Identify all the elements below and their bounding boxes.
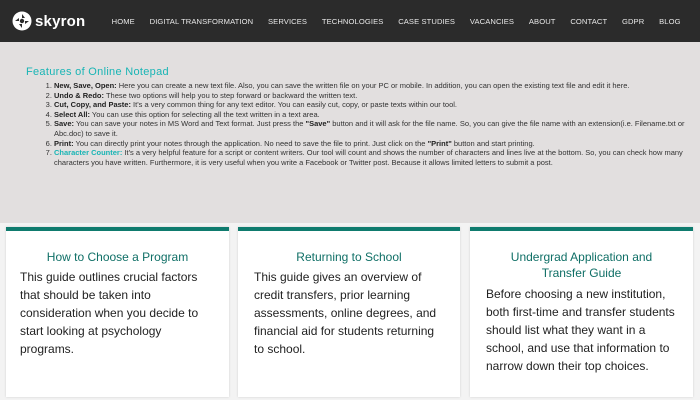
feature-text: button and start printing. xyxy=(451,138,535,148)
feature-term: Undo & Redo: xyxy=(54,90,104,100)
nav-item-services[interactable]: SERVICES xyxy=(261,17,315,26)
feature-text: Here you can create a new text file. Als… xyxy=(116,81,630,90)
feature-text: You can save your notes in MS Word and T… xyxy=(74,119,306,129)
feature-term: Select All: xyxy=(54,109,90,119)
feature-term: Save: xyxy=(54,119,75,129)
card-how-to-choose-a-program: How to Choose a Program This guide outli… xyxy=(6,227,229,397)
nav-item-digital-transformation[interactable]: DIGITAL TRANSFORMATION xyxy=(142,17,260,26)
nav-item-about[interactable]: ABOUT xyxy=(522,17,563,26)
nav-item-vacancies[interactable]: VACANCIES xyxy=(462,17,521,26)
nav-item-technologies[interactable]: TECHNOLOGIES xyxy=(314,17,390,26)
card-title[interactable]: Undergrad Application and Transfer Guide xyxy=(470,249,693,281)
feature-item-character-counter: Character Counter: It's a very helpful f… xyxy=(54,148,694,167)
brand-logo[interactable]: skyron xyxy=(12,11,85,31)
card-undergrad-application: Undergrad Application and Transfer Guide… xyxy=(470,227,693,397)
feature-text: You can directly print your notes throug… xyxy=(73,138,428,148)
feature-text: These two options will help you to step … xyxy=(104,90,358,100)
nav-item-gdpr[interactable]: GDPR xyxy=(615,17,652,26)
brand-name: skyron xyxy=(35,12,86,30)
features-list: New, Save, Open: Here you can create a n… xyxy=(40,81,694,167)
feature-item-print: Print: You can directly print your notes… xyxy=(54,139,694,149)
feature-text: It's a very common thing for any text ed… xyxy=(130,100,457,110)
feature-item-cut-copy-paste: Cut, Copy, and Paste: It's a very common… xyxy=(54,100,694,110)
feature-item-undo-redo: Undo & Redo: These two options will help… xyxy=(54,91,694,101)
card-body: Before choosing a new institution, both … xyxy=(486,287,675,373)
feature-item-new-save-open: New, Save, Open: Here you can create a n… xyxy=(54,81,694,91)
feature-text: It's a very helpful feature for a script… xyxy=(54,148,683,167)
feature-item-select-all: Select All: You can use this option for … xyxy=(54,110,694,120)
feature-term: Character Counter: xyxy=(54,148,123,158)
card-returning-to-school: Returning to School This guide gives an … xyxy=(238,227,460,397)
feature-emphasis: "Save" xyxy=(305,119,331,129)
feature-item-save: Save: You can save your notes in MS Word… xyxy=(54,119,694,138)
features-title: Features of Online Notepad xyxy=(26,66,169,78)
feature-term: Cut, Copy, and Paste: xyxy=(54,100,131,110)
card-title[interactable]: Returning to School xyxy=(238,249,460,265)
card-body: This guide gives an overview of credit t… xyxy=(254,270,437,356)
card-title[interactable]: How to Choose a Program xyxy=(6,249,229,265)
nav-item-home[interactable]: HOME xyxy=(104,17,142,26)
feature-term: Print: xyxy=(54,138,74,148)
top-navigation-bar: skyron HOME DIGITAL TRANSFORMATION SERVI… xyxy=(0,0,700,42)
main-nav: HOME DIGITAL TRANSFORMATION SERVICES TEC… xyxy=(104,0,688,42)
feature-text: You can use this option for selecting al… xyxy=(89,109,320,119)
nav-item-contact[interactable]: CONTACT xyxy=(563,17,615,26)
nav-item-case-studies[interactable]: CASE STUDIES xyxy=(391,17,463,26)
feature-emphasis: "Print" xyxy=(427,138,452,148)
card-body: This guide outlines crucial factors that… xyxy=(20,270,199,356)
feature-term: New, Save, Open: xyxy=(54,81,117,90)
skyron-logo-icon xyxy=(12,11,32,31)
nav-item-blog[interactable]: BLOG xyxy=(652,17,688,26)
features-section: Features of Online Notepad New, Save, Op… xyxy=(0,42,700,223)
